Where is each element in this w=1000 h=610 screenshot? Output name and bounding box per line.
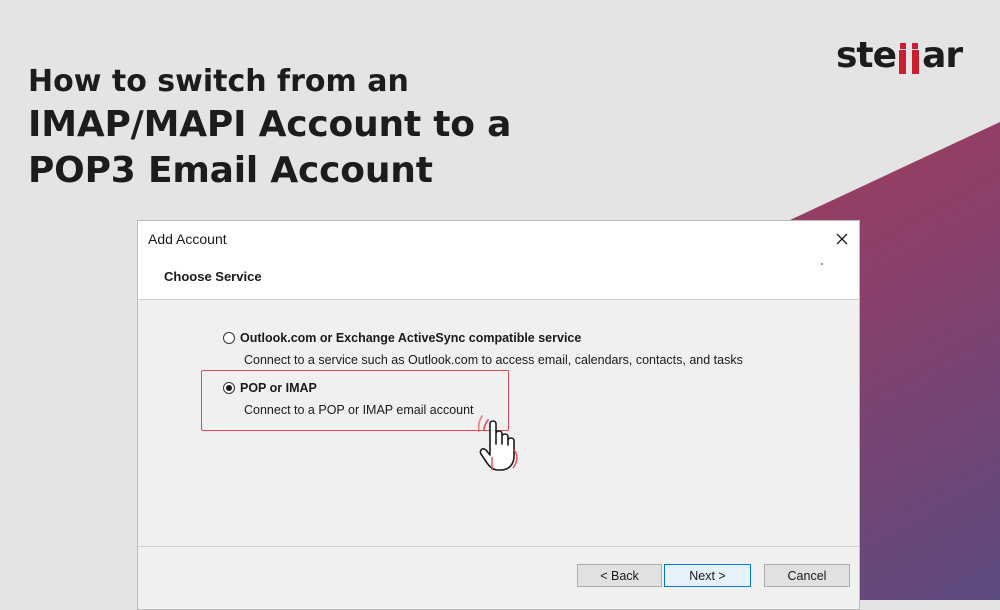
dialog-title: Add Account [148,231,227,247]
radio-exchange-activesync[interactable] [223,332,235,344]
footer-divider [138,546,859,547]
stellar-logo: ste ar [836,35,963,76]
option-label[interactable]: Outlook.com or Exchange ActiveSync compa… [240,331,581,345]
close-button[interactable] [825,221,859,257]
logo-text-prefix: ste [836,35,897,76]
selection-highlight-box [201,370,509,431]
page-headline: How to switch from an IMAP/MAPI Account … [28,62,511,194]
dialog-titlebar: Add Account [138,221,859,257]
next-button[interactable]: Next > [664,564,751,587]
cancel-button[interactable]: Cancel [764,564,850,587]
headline-line-1: How to switch from an [28,64,409,99]
headline-line-3: POP3 Email Account [28,150,433,191]
section-title: Choose Service [164,269,262,284]
back-button[interactable]: < Back [577,564,662,587]
header-dot [821,263,823,265]
hand-pointer-icon [478,415,518,471]
option-description: Connect to a service such as Outlook.com… [244,353,743,367]
close-icon [836,233,848,245]
logo-double-l-mark [897,43,921,76]
headline-line-2: IMAP/MAPI Account to a [28,104,512,145]
logo-text-suffix: ar [922,35,963,76]
dialog-header: Choose Service [138,257,859,300]
